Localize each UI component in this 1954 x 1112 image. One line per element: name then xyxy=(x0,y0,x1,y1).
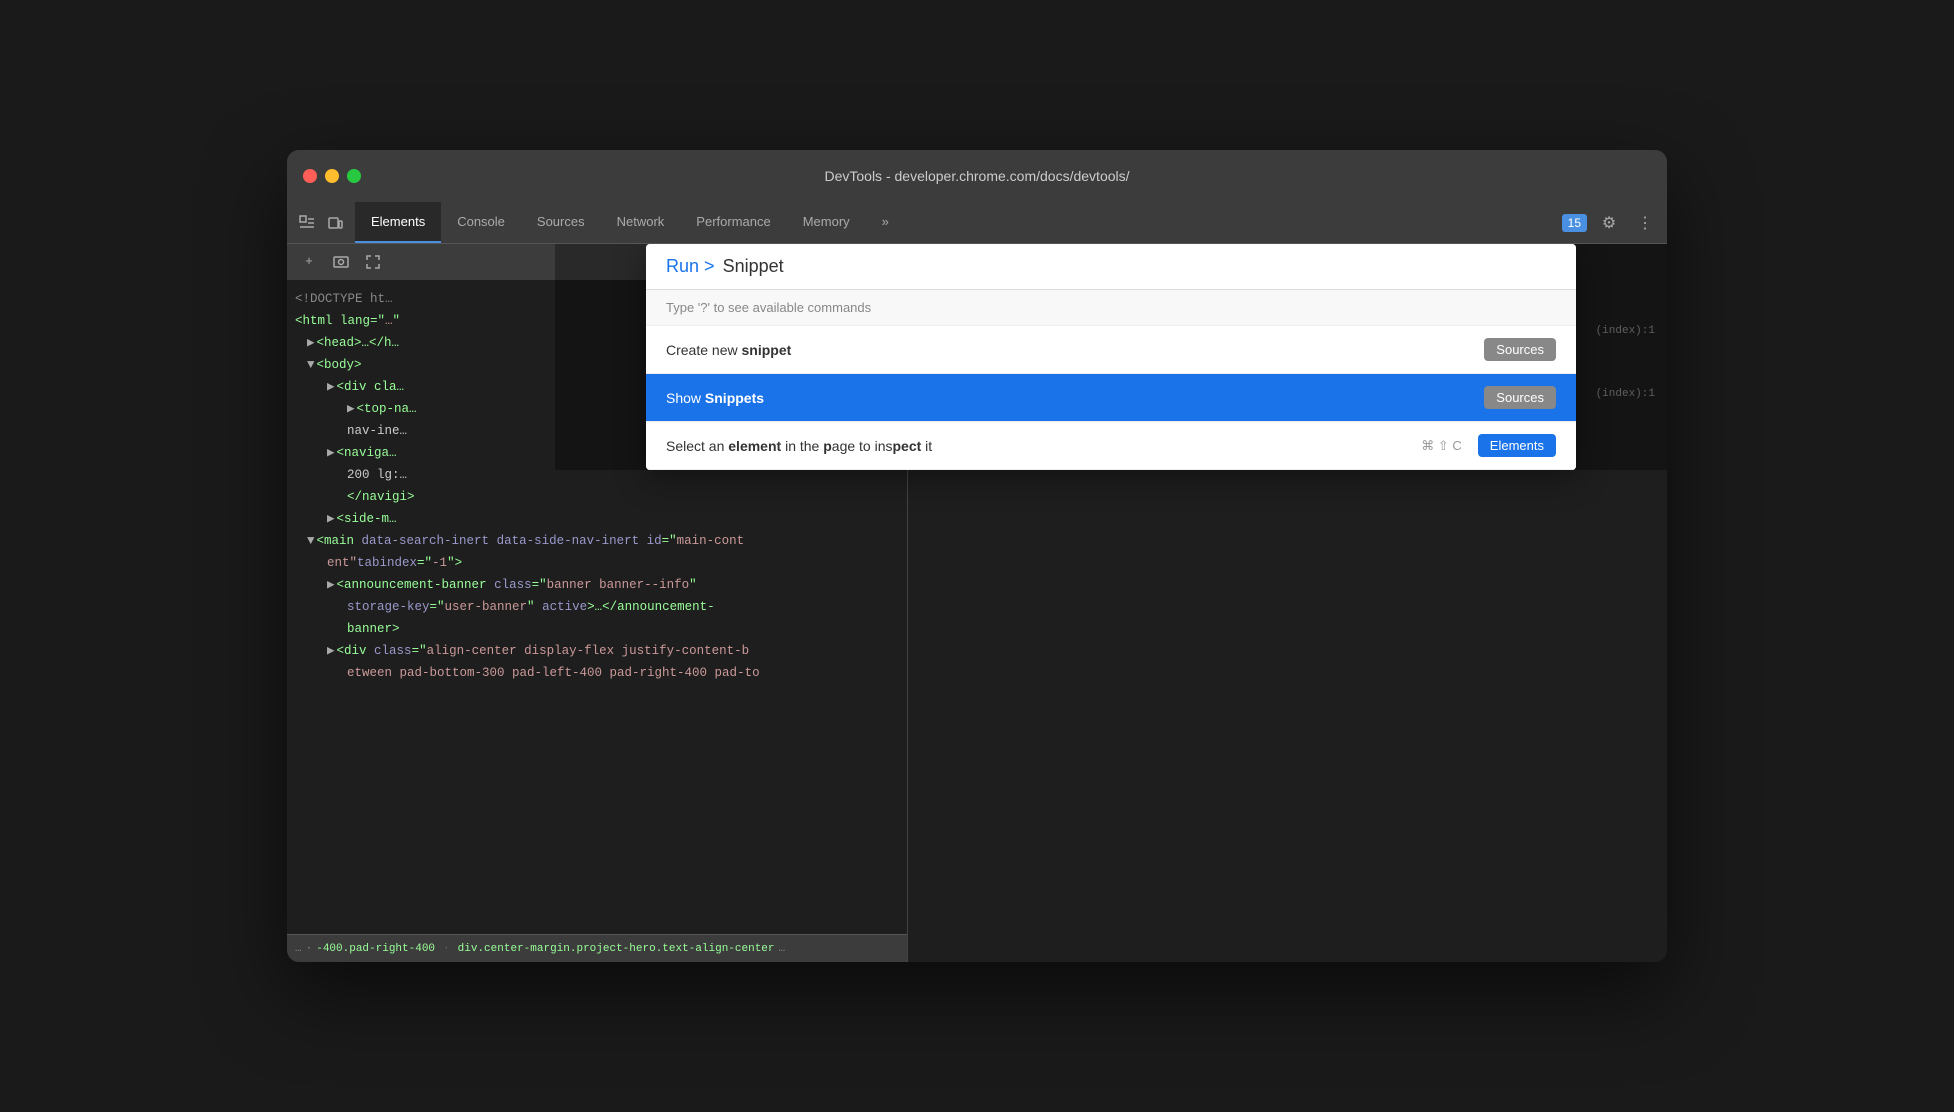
add-style-icon[interactable]: + xyxy=(295,248,323,276)
command-palette-badge-sources-1[interactable]: Sources xyxy=(1484,338,1556,361)
more-menu-icon[interactable]: ⋮ xyxy=(1631,209,1659,237)
command-palette-input[interactable] xyxy=(723,256,1556,277)
tab-console[interactable]: Console xyxy=(441,202,521,243)
triangle-icon[interactable]: ▶ xyxy=(307,333,315,353)
tab-network[interactable]: Network xyxy=(601,202,681,243)
triangle-icon[interactable]: ▶ xyxy=(327,377,335,397)
html-line-banner2: storage-key ="user-banner" active>…</ann… xyxy=(287,596,907,618)
triangle-icon[interactable]: ▼ xyxy=(307,355,315,375)
command-palette-hint: Type '?' to see available commands xyxy=(646,290,1576,326)
command-palette-input-row: Run > xyxy=(646,244,1576,290)
command-palette: Run > Type '?' to see available commands… xyxy=(646,244,1576,470)
command-palette-item-create-text: Create new snippet xyxy=(666,342,1484,358)
triangle-icon[interactable]: ▶ xyxy=(327,575,335,595)
devtools-panel: Elements Console Sources Network Perform… xyxy=(287,202,1667,962)
tab-performance[interactable]: Performance xyxy=(680,202,786,243)
command-arrow: > xyxy=(704,256,715,276)
browser-window: DevTools - developer.chrome.com/docs/dev… xyxy=(287,150,1667,962)
fullscreen-icon[interactable] xyxy=(359,248,387,276)
breadcrumb-selector[interactable]: div.center-margin.project-hero.text-alig… xyxy=(458,943,775,955)
command-palette-shortcut: ⌘ ⇧ C xyxy=(1421,438,1462,454)
notification-badge[interactable]: 15 xyxy=(1562,214,1587,232)
command-palette-item-select[interactable]: Select an element in the page to inspect… xyxy=(646,422,1576,470)
main-content: + ut » xyxy=(287,244,1667,962)
tab-bar: Elements Console Sources Network Perform… xyxy=(287,202,1667,244)
element-picker-icon[interactable] xyxy=(295,211,319,235)
tab-elements[interactable]: Elements xyxy=(355,202,441,243)
command-palette-overlay: Run > Type '?' to see available commands… xyxy=(555,244,1667,470)
html-line-navclose: </navigi> xyxy=(287,486,907,508)
command-palette-item-create[interactable]: Create new snippet Sources xyxy=(646,326,1576,374)
command-palette-item-show[interactable]: Show Snippets Sources xyxy=(646,374,1576,422)
traffic-lights xyxy=(303,169,361,183)
breadcrumb-class[interactable]: -400.pad-right-400 xyxy=(316,943,435,955)
tab-memory[interactable]: Memory xyxy=(787,202,866,243)
html-line-div3: etween pad-bottom-300 pad-left-400 pad-r… xyxy=(287,662,907,684)
device-toggle-icon[interactable] xyxy=(323,211,347,235)
screenshot-icon[interactable] xyxy=(327,248,355,276)
html-line-main: ▼ <main data-search-inert data-side-nav-… xyxy=(287,530,907,552)
triangle-icon[interactable]: ▶ xyxy=(327,443,335,463)
close-button[interactable] xyxy=(303,169,317,183)
command-palette-badge-sources-2[interactable]: Sources xyxy=(1484,386,1556,409)
settings-icon[interactable]: ⚙ xyxy=(1595,209,1623,237)
tab-sources[interactable]: Sources xyxy=(521,202,601,243)
triangle-icon[interactable]: ▶ xyxy=(327,641,335,661)
command-palette-item-select-text: Select an element in the page to inspect… xyxy=(666,438,1421,454)
window-title: DevTools - developer.chrome.com/docs/dev… xyxy=(824,168,1129,184)
html-line-main2: ent" tabindex ="-1"> xyxy=(287,552,907,574)
breadcrumb-bar: … · -400.pad-right-400 · div.center-marg… xyxy=(287,934,907,962)
command-palette-item-show-text: Show Snippets xyxy=(666,390,1484,406)
tab-bar-right-controls: 15 ⚙ ⋮ xyxy=(1554,202,1667,243)
command-palette-run-label: Run > xyxy=(666,256,715,277)
minimize-button[interactable] xyxy=(325,169,339,183)
maximize-button[interactable] xyxy=(347,169,361,183)
main-tabs: Elements Console Sources Network Perform… xyxy=(355,202,905,243)
html-line-banner: ▶ <announcement-banner class="banner ban… xyxy=(287,574,907,596)
command-palette-badge-elements[interactable]: Elements xyxy=(1478,434,1556,457)
html-line-div2: ▶ <div class="align-center display-flex … xyxy=(287,640,907,662)
html-line-banner3: banner> xyxy=(287,618,907,640)
triangle-icon[interactable]: ▶ xyxy=(327,509,335,529)
triangle-icon[interactable]: ▶ xyxy=(347,399,355,419)
tab-more[interactable]: » xyxy=(866,202,905,243)
title-bar: DevTools - developer.chrome.com/docs/dev… xyxy=(287,150,1667,202)
triangle-icon[interactable]: ▼ xyxy=(307,531,315,551)
html-line-sidenav: ▶ <side-m… xyxy=(287,508,907,530)
tab-bar-left-controls xyxy=(287,202,355,243)
